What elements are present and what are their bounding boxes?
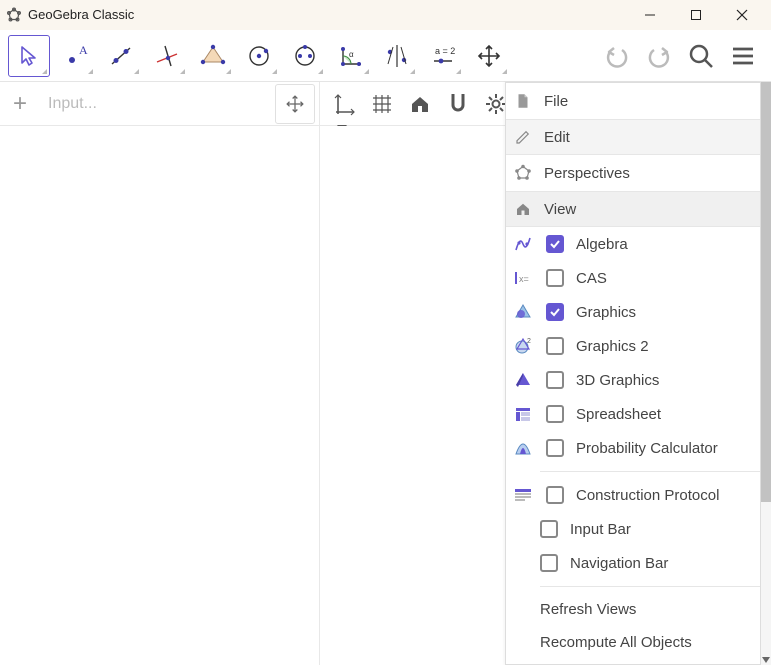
construction-icon xyxy=(512,485,534,505)
graphics3d-icon xyxy=(512,370,534,390)
close-button[interactable] xyxy=(719,0,765,30)
svg-text:x=: x= xyxy=(519,274,529,284)
main-menu-panel: File Edit Perspectives View Algebra x= C… xyxy=(505,82,761,665)
ellipse-tool[interactable] xyxy=(284,35,326,77)
circle-tool[interactable] xyxy=(238,35,280,77)
svg-text:a = 2: a = 2 xyxy=(435,46,455,56)
cas-icon: x= xyxy=(512,268,534,288)
graphics2-icon: 2 xyxy=(512,336,534,356)
view-item-construction[interactable]: Construction Protocol xyxy=(506,478,760,512)
algebra-icon xyxy=(512,234,534,254)
view-item-graphics2[interactable]: 2 Graphics 2 xyxy=(506,329,760,363)
checkbox[interactable] xyxy=(546,439,564,457)
hamburger-menu-button[interactable] xyxy=(723,36,763,76)
view-item-3d[interactable]: 3D Graphics xyxy=(506,363,760,397)
axes-toggle[interactable] xyxy=(326,86,362,122)
polygon-tool[interactable] xyxy=(192,35,234,77)
view-item-cas[interactable]: x= CAS xyxy=(506,261,760,295)
algebra-input-bar: + xyxy=(0,82,320,125)
view-item-graphics[interactable]: Graphics xyxy=(506,295,760,329)
view-label: Algebra xyxy=(576,236,628,253)
move-tool[interactable] xyxy=(8,35,50,77)
spreadsheet-icon xyxy=(512,404,534,424)
algebra-drag-handle[interactable] xyxy=(275,84,315,124)
maximize-button[interactable] xyxy=(673,0,719,30)
view-item-navbar[interactable]: Navigation Bar xyxy=(506,546,760,580)
checkbox[interactable] xyxy=(546,405,564,423)
graphics-icon xyxy=(512,302,534,322)
reflect-tool[interactable] xyxy=(376,35,418,77)
title-bar: GeoGebra Classic xyxy=(0,0,771,30)
slider-tool[interactable]: a = 2 xyxy=(422,35,464,77)
point-tool[interactable]: A xyxy=(54,35,96,77)
perpendicular-tool[interactable] xyxy=(146,35,188,77)
svg-text:A: A xyxy=(79,43,88,57)
checkbox[interactable] xyxy=(546,337,564,355)
checkbox[interactable] xyxy=(540,554,558,572)
view-item-algebra[interactable]: Algebra xyxy=(506,227,760,261)
svg-text:2: 2 xyxy=(527,338,531,345)
view-item-probability[interactable]: Probability Calculator xyxy=(506,431,760,465)
checkbox[interactable] xyxy=(546,303,564,321)
file-icon xyxy=(512,92,534,110)
view-label: Navigation Bar xyxy=(570,555,668,572)
grid-toggle[interactable] xyxy=(364,86,400,122)
menu-view[interactable]: View xyxy=(506,191,760,227)
checkbox[interactable] xyxy=(546,235,564,253)
minimize-button[interactable] xyxy=(627,0,673,30)
menu-recompute[interactable]: Recompute All Objects xyxy=(506,626,760,659)
scrollbar-thumb[interactable] xyxy=(761,82,771,502)
snap-toggle[interactable] xyxy=(440,86,476,122)
checkbox[interactable] xyxy=(546,269,564,287)
menu-label: Perspectives xyxy=(544,165,630,182)
view-item-inputbar[interactable]: Input Bar xyxy=(506,512,760,546)
view-label: Probability Calculator xyxy=(576,440,718,457)
checkbox[interactable] xyxy=(540,520,558,538)
window-title: GeoGebra Classic xyxy=(28,7,627,22)
algebra-input[interactable] xyxy=(46,94,271,114)
algebra-view[interactable] xyxy=(0,126,320,665)
view-label: Graphics xyxy=(576,304,636,321)
main-toolbar: A α a = 2 xyxy=(0,30,771,82)
svg-text:α: α xyxy=(349,50,354,59)
menu-label: View xyxy=(544,201,576,218)
view-label: Graphics 2 xyxy=(576,338,649,355)
view-label: Construction Protocol xyxy=(576,487,719,504)
menu-refresh-views[interactable]: Refresh Views xyxy=(506,593,760,626)
undo-button[interactable] xyxy=(597,36,637,76)
app-logo-icon xyxy=(6,7,22,23)
checkbox[interactable] xyxy=(546,371,564,389)
line-tool[interactable] xyxy=(100,35,142,77)
menu-file[interactable]: File xyxy=(506,83,760,119)
checkbox[interactable] xyxy=(546,486,564,504)
view-label: 3D Graphics xyxy=(576,372,659,389)
view-label: Spreadsheet xyxy=(576,406,661,423)
menu-edit[interactable]: Edit xyxy=(506,119,760,155)
scroll-down-icon[interactable] xyxy=(762,657,770,663)
perspectives-icon xyxy=(512,164,534,182)
menu-label: Edit xyxy=(544,129,570,146)
pencil-icon xyxy=(512,128,534,146)
home-icon xyxy=(512,200,534,218)
angle-tool[interactable]: α xyxy=(330,35,372,77)
move-graphics-tool[interactable] xyxy=(468,35,510,77)
add-input-button[interactable]: + xyxy=(0,84,40,124)
view-label: CAS xyxy=(576,270,607,287)
menu-perspectives[interactable]: Perspectives xyxy=(506,155,760,191)
menu-scrollbar[interactable] xyxy=(761,82,771,665)
home-view-button[interactable] xyxy=(402,86,438,122)
probability-icon xyxy=(512,438,534,458)
view-item-spreadsheet[interactable]: Spreadsheet xyxy=(506,397,760,431)
redo-button[interactable] xyxy=(639,36,679,76)
menu-label: File xyxy=(544,93,568,110)
search-button[interactable] xyxy=(681,36,721,76)
view-label: Input Bar xyxy=(570,521,631,538)
